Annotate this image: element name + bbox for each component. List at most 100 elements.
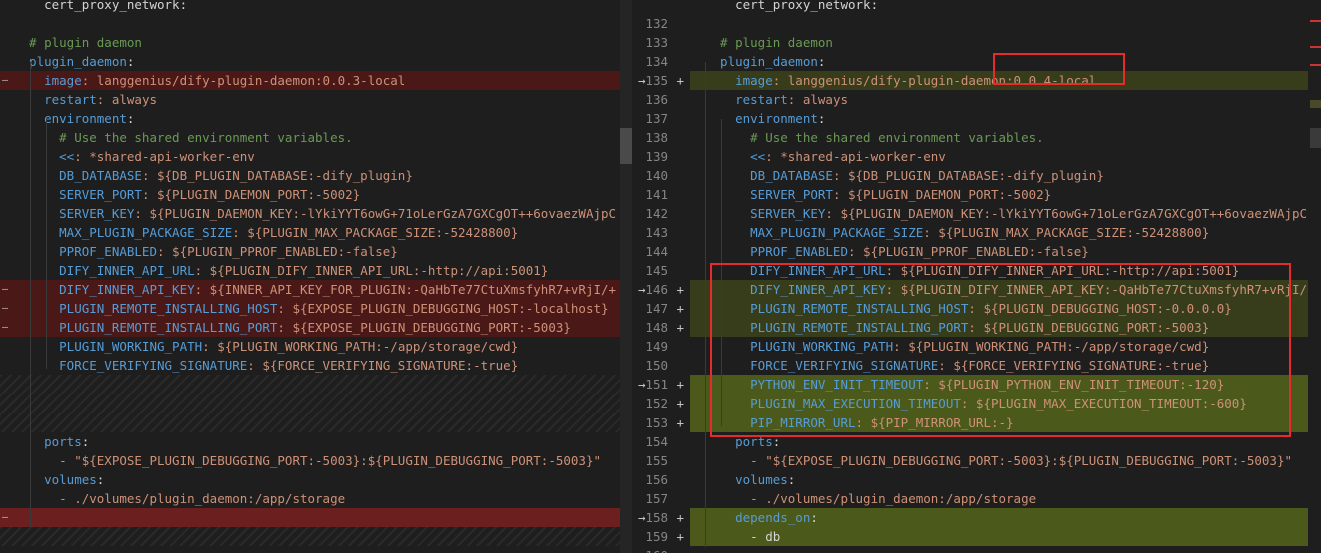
gutter-line: 153 +	[632, 413, 690, 432]
code-line[interactable]: - ./volumes/plugin_daemon:/app/storage	[0, 489, 632, 508]
code-line[interactable]: restart: always	[0, 90, 632, 109]
original-file-pane[interactable]: cert_proxy_network: # plugin daemon plug…	[0, 0, 632, 553]
yaml-key: depends_on	[705, 510, 811, 525]
code-line[interactable]: - ./volumes/plugin_daemon:/app/storage	[690, 489, 1308, 508]
code-line[interactable]: # Use the shared environment variables.	[0, 128, 632, 147]
code-content: - "${EXPOSE_PLUGIN_DEBUGGING_PORT:-5003}…	[14, 451, 601, 470]
code-line[interactable]	[0, 527, 632, 546]
gutter-line: 149	[632, 337, 690, 356]
code-line[interactable]: SERVER_PORT: ${PLUGIN_DAEMON_PORT:-5002}	[690, 185, 1308, 204]
code-content: PLUGIN_REMOTE_INSTALLING_PORT: ${EXPOSE_…	[14, 318, 571, 337]
code-line[interactable]: cert_proxy_network:	[690, 0, 1308, 14]
gutter-line: 143	[632, 223, 690, 242]
code-line[interactable]: PPROF_ENABLED: ${PLUGIN_PPROF_ENABLED:-f…	[0, 242, 632, 261]
yaml-key: <<	[705, 149, 766, 164]
code-line[interactable]: environment:	[0, 109, 632, 128]
code-line[interactable]: - "${EXPOSE_PLUGIN_DEBUGGING_PORT:-5003}…	[690, 451, 1308, 470]
left-scrollbar-thumb[interactable]	[620, 128, 632, 164]
yaml-key: restart	[705, 92, 788, 107]
insertion-marker: +	[676, 415, 684, 430]
code-line[interactable]: DIFY_INNER_API_URL: ${PLUGIN_DIFY_INNER_…	[0, 261, 632, 280]
yaml-key: PLUGIN_REMOTE_INSTALLING_HOST	[14, 301, 278, 316]
yaml-value: : ${PLUGIN_DAEMON_PORT:-5002}	[832, 187, 1052, 202]
code-line[interactable]: volumes:	[690, 470, 1308, 489]
code-line[interactable]: DIFY_INNER_API_KEY: ${INNER_API_KEY_FOR_…	[0, 280, 632, 299]
code-line[interactable]: PLUGIN_WORKING_PATH: ${PLUGIN_WORKING_PA…	[0, 337, 632, 356]
deletion-marker: —	[2, 303, 9, 314]
code-line[interactable]	[0, 14, 632, 33]
overview-deletion-mark	[1310, 46, 1321, 48]
code-line[interactable]: PLUGIN_REMOTE_INSTALLING_PORT: ${EXPOSE_…	[0, 318, 632, 337]
code-content: DB_DATABASE: ${DB_PLUGIN_DATABASE:-dify_…	[14, 166, 413, 185]
code-text: # Use the shared environment variables.	[705, 130, 1044, 145]
code-line[interactable]	[690, 546, 1308, 553]
yaml-value: :	[126, 54, 135, 69]
left-scrollbar[interactable]	[620, 0, 632, 553]
code-line[interactable]: - "${EXPOSE_PLUGIN_DEBUGGING_PORT:-5003}…	[0, 451, 632, 470]
revert-arrow-icon[interactable]: →	[638, 71, 646, 90]
code-text: # plugin daemon	[14, 35, 142, 50]
code-line[interactable]: DB_DATABASE: ${DB_PLUGIN_DATABASE:-dify_…	[690, 166, 1308, 185]
code-text: - "${EXPOSE_PLUGIN_DEBUGGING_PORT:-5003}…	[705, 453, 1292, 468]
code-line[interactable]: SERVER_KEY: ${PLUGIN_DAEMON_KEY:-lYkiYYT…	[0, 204, 632, 223]
revert-arrow-icon[interactable]: →	[638, 280, 646, 299]
deletion-marker: —	[2, 322, 9, 333]
diff-overview-ruler[interactable]	[1308, 0, 1321, 553]
code-line[interactable]: PPROF_ENABLED: ${PLUGIN_PPROF_ENABLED:-f…	[690, 242, 1308, 261]
code-line[interactable]: <<: *shared-api-worker-env	[0, 147, 632, 166]
yaml-value: : ${EXPOSE_PLUGIN_DEBUGGING_HOST:-localh…	[277, 301, 609, 316]
code-line[interactable]: # Use the shared environment variables.	[690, 128, 1308, 147]
code-line[interactable]: restart: always	[690, 90, 1308, 109]
code-line[interactable]: DB_DATABASE: ${DB_PLUGIN_DATABASE:-dify_…	[0, 166, 632, 185]
code-content: - db	[705, 527, 780, 546]
code-text: # Use the shared environment variables.	[14, 130, 353, 145]
code-line[interactable]: environment:	[690, 109, 1308, 128]
code-line[interactable]: - db	[690, 527, 1308, 546]
gutter-line: 135 → +	[632, 71, 690, 90]
code-line[interactable]: image: langgenius/dify-plugin-daemon:0.0…	[0, 71, 632, 90]
overview-deletion-mark	[1310, 64, 1321, 66]
code-line[interactable]: volumes:	[0, 470, 632, 489]
yaml-key: plugin_daemon	[705, 54, 818, 69]
code-line[interactable]: FORCE_VERIFYING_SIGNATURE: ${FORCE_VERIF…	[0, 356, 632, 375]
gutter-line: 145	[632, 261, 690, 280]
insertion-marker: +	[676, 377, 684, 392]
yaml-value: : ${PLUGIN_PPROF_ENABLED:-false}	[848, 244, 1089, 259]
code-line[interactable]	[0, 394, 632, 413]
code-line[interactable]: MAX_PLUGIN_PACKAGE_SIZE: ${PLUGIN_MAX_PA…	[690, 223, 1308, 242]
code-line[interactable]: MAX_PLUGIN_PACKAGE_SIZE: ${PLUGIN_MAX_PA…	[0, 223, 632, 242]
gutter-line: 136	[632, 90, 690, 109]
line-number: 160	[634, 546, 668, 553]
code-line[interactable]	[0, 508, 632, 527]
revert-arrow-icon[interactable]: →	[638, 508, 646, 527]
code-line[interactable]: depends_on:	[690, 508, 1308, 527]
line-number: 142	[645, 206, 668, 221]
code-line[interactable]	[0, 413, 632, 432]
code-line[interactable]	[0, 375, 632, 394]
yaml-value: : ${EXPOSE_PLUGIN_DEBUGGING_PORT:-5003}	[277, 320, 571, 335]
code-content: DIFY_INNER_API_URL: ${PLUGIN_DIFY_INNER_…	[14, 261, 548, 280]
revert-arrow-icon[interactable]: →	[638, 375, 646, 394]
code-line[interactable]	[690, 14, 1308, 33]
yaml-value: : ${PLUGIN_DAEMON_KEY:-lYkiYYT6owG+71oLe…	[825, 206, 1308, 221]
code-line[interactable]: SERVER_KEY: ${PLUGIN_DAEMON_KEY:-lYkiYYT…	[690, 204, 1308, 223]
code-line[interactable]: ports:	[0, 432, 632, 451]
code-line[interactable]: cert_proxy_network:	[0, 0, 632, 14]
yaml-key: SERVER_KEY	[705, 206, 826, 221]
code-content: # plugin daemon	[705, 33, 833, 52]
yaml-key: SERVER_PORT	[705, 187, 833, 202]
code-line[interactable]: PLUGIN_REMOTE_INSTALLING_HOST: ${EXPOSE_…	[0, 299, 632, 318]
code-content: image: langgenius/dify-plugin-daemon:0.0…	[14, 71, 405, 90]
code-line[interactable]: plugin_daemon:	[0, 52, 632, 71]
yaml-key: PLUGIN_REMOTE_INSTALLING_PORT	[14, 320, 278, 335]
yaml-value: : ${PLUGIN_DAEMON_PORT:-5002}	[141, 187, 361, 202]
deletion-marker: —	[2, 512, 9, 523]
yaml-value: : ${PLUGIN_PPROF_ENABLED:-false}	[157, 244, 398, 259]
code-line[interactable]: SERVER_PORT: ${PLUGIN_DAEMON_PORT:-5002}	[0, 185, 632, 204]
yaml-key: restart	[14, 92, 97, 107]
line-number: 159	[645, 529, 668, 544]
insertion-marker: +	[676, 529, 684, 544]
code-line[interactable]: # plugin daemon	[690, 33, 1308, 52]
code-line[interactable]: <<: *shared-api-worker-env	[690, 147, 1308, 166]
code-line[interactable]: # plugin daemon	[0, 33, 632, 52]
